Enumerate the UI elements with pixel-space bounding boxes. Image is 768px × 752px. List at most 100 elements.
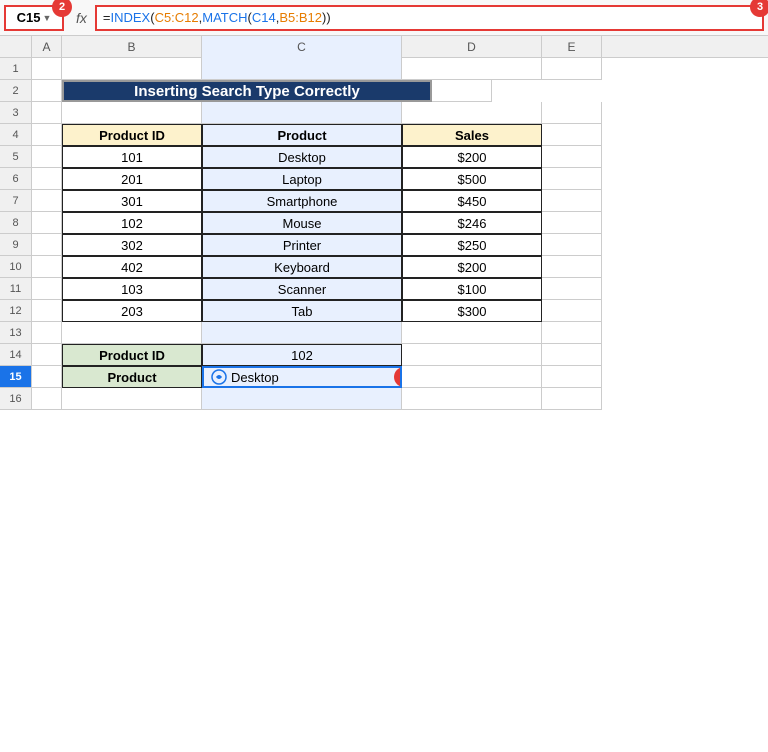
cell-d8[interactable]: $246 (402, 212, 542, 234)
cell-d15[interactable] (402, 366, 542, 388)
cell-b10[interactable]: 402 (62, 256, 202, 278)
cell-d1[interactable] (402, 58, 542, 80)
cell-b13[interactable] (62, 322, 202, 344)
cell-d11[interactable]: $100 (402, 278, 542, 300)
cell-d7[interactable]: $450 (402, 190, 542, 212)
row-num-13: 13 (0, 322, 32, 344)
cell-c6[interactable]: Laptop (202, 168, 402, 190)
cell-a5[interactable] (32, 146, 62, 168)
cell-e7[interactable] (542, 190, 602, 212)
cell-c11[interactable]: Scanner (202, 278, 402, 300)
cell-a6[interactable] (32, 168, 62, 190)
cell-a4[interactable] (32, 124, 62, 146)
result-value: Desktop (231, 370, 279, 385)
row-num-8: 8 (0, 212, 32, 234)
cell-c16[interactable] (202, 388, 402, 410)
cell-e6[interactable] (542, 168, 602, 190)
copilot-icon (210, 368, 228, 386)
cell-e16[interactable] (542, 388, 602, 410)
cell-e11[interactable] (542, 278, 602, 300)
cell-a7[interactable] (32, 190, 62, 212)
cell-e10[interactable] (542, 256, 602, 278)
row-6: 201 Laptop $500 (32, 168, 768, 190)
sheet-body: 1 2 3 4 5 6 7 8 9 10 11 12 13 14 15 16 I… (0, 58, 768, 410)
cell-b5[interactable]: 101 (62, 146, 202, 168)
cell-a9[interactable] (32, 234, 62, 256)
row-11: 103 Scanner $100 (32, 278, 768, 300)
cell-b2-title[interactable]: Inserting Search Type Correctly (62, 80, 432, 102)
cell-a13[interactable] (32, 322, 62, 344)
cell-b3[interactable] (62, 102, 202, 124)
cell-c9[interactable]: Printer (202, 234, 402, 256)
cell-e1[interactable] (542, 58, 602, 80)
cell-a15[interactable] (32, 366, 62, 388)
cell-d16[interactable] (402, 388, 542, 410)
cell-e13[interactable] (542, 322, 602, 344)
cell-ref-dropdown-icon[interactable]: ▼ (42, 13, 51, 23)
cell-b15-lookup-label[interactable]: Product (62, 366, 202, 388)
badge-3: 3 (750, 0, 768, 17)
cell-c12[interactable]: Tab (202, 300, 402, 322)
cell-d6[interactable]: $500 (402, 168, 542, 190)
cell-b11[interactable]: 103 (62, 278, 202, 300)
row-15: Product Desktop 1 (32, 366, 768, 388)
cell-a16[interactable] (32, 388, 62, 410)
cell-b1[interactable] (62, 58, 202, 80)
cell-ref-label: C15 (17, 10, 41, 25)
cell-c15-lookup-result[interactable]: Desktop 1 (202, 366, 402, 388)
cell-e14[interactable] (542, 344, 602, 366)
cell-e5[interactable] (542, 146, 602, 168)
cell-a8[interactable] (32, 212, 62, 234)
cell-c14-lookup-value[interactable]: 102 (202, 344, 402, 366)
cell-c10[interactable]: Keyboard (202, 256, 402, 278)
row-num-header-spacer (0, 36, 32, 57)
formula-range2: C14 (252, 10, 276, 25)
cell-d3[interactable] (402, 102, 542, 124)
cell-e8[interactable] (542, 212, 602, 234)
cell-d13[interactable] (402, 322, 542, 344)
cell-d10[interactable]: $200 (402, 256, 542, 278)
cell-c7[interactable]: Smartphone (202, 190, 402, 212)
cell-e9[interactable] (542, 234, 602, 256)
cell-d14[interactable] (402, 344, 542, 366)
cell-c5[interactable]: Desktop (202, 146, 402, 168)
formula-text: =INDEX(C5:C12,MATCH(C14,B5:B12)) (103, 10, 331, 25)
row-num-1: 1 (0, 58, 32, 80)
cell-a10[interactable] (32, 256, 62, 278)
cell-c8[interactable]: Mouse (202, 212, 402, 234)
cell-a1[interactable] (32, 58, 62, 80)
row-7: 301 Smartphone $450 (32, 190, 768, 212)
cell-c13[interactable] (202, 322, 402, 344)
cell-b7[interactable]: 301 (62, 190, 202, 212)
row-num-3: 3 (0, 102, 32, 124)
cell-e12[interactable] (542, 300, 602, 322)
cell-d5[interactable]: $200 (402, 146, 542, 168)
cell-b14-lookup-label[interactable]: Product ID (62, 344, 202, 366)
cell-e4[interactable] (542, 124, 602, 146)
cell-e3[interactable] (542, 102, 602, 124)
cell-a14[interactable] (32, 344, 62, 366)
cell-b8[interactable]: 102 (62, 212, 202, 234)
cell-b16[interactable] (62, 388, 202, 410)
row-num-10: 10 (0, 256, 32, 278)
cell-d4-header[interactable]: Sales (402, 124, 542, 146)
cell-b9[interactable]: 302 (62, 234, 202, 256)
cell-e15[interactable] (542, 366, 602, 388)
cell-d12[interactable]: $300 (402, 300, 542, 322)
cell-c3[interactable] (202, 102, 402, 124)
row-num-2: 2 (0, 80, 32, 102)
cell-a11[interactable] (32, 278, 62, 300)
cell-a2[interactable] (32, 80, 62, 102)
cell-b4-header[interactable]: Product ID (62, 124, 202, 146)
cell-a3[interactable] (32, 102, 62, 124)
row-numbers: 1 2 3 4 5 6 7 8 9 10 11 12 13 14 15 16 (0, 58, 32, 410)
cell-c4-header[interactable]: Product (202, 124, 402, 146)
cell-a12[interactable] (32, 300, 62, 322)
cell-c1[interactable] (202, 58, 402, 80)
cell-e2[interactable] (432, 80, 492, 102)
cell-b12[interactable]: 203 (62, 300, 202, 322)
cell-b6[interactable]: 201 (62, 168, 202, 190)
formula-bar[interactable]: =INDEX(C5:C12,MATCH(C14,B5:B12)) 3 (95, 5, 764, 31)
cell-d9[interactable]: $250 (402, 234, 542, 256)
cell-reference-box[interactable]: C15 2 ▼ (4, 5, 64, 31)
